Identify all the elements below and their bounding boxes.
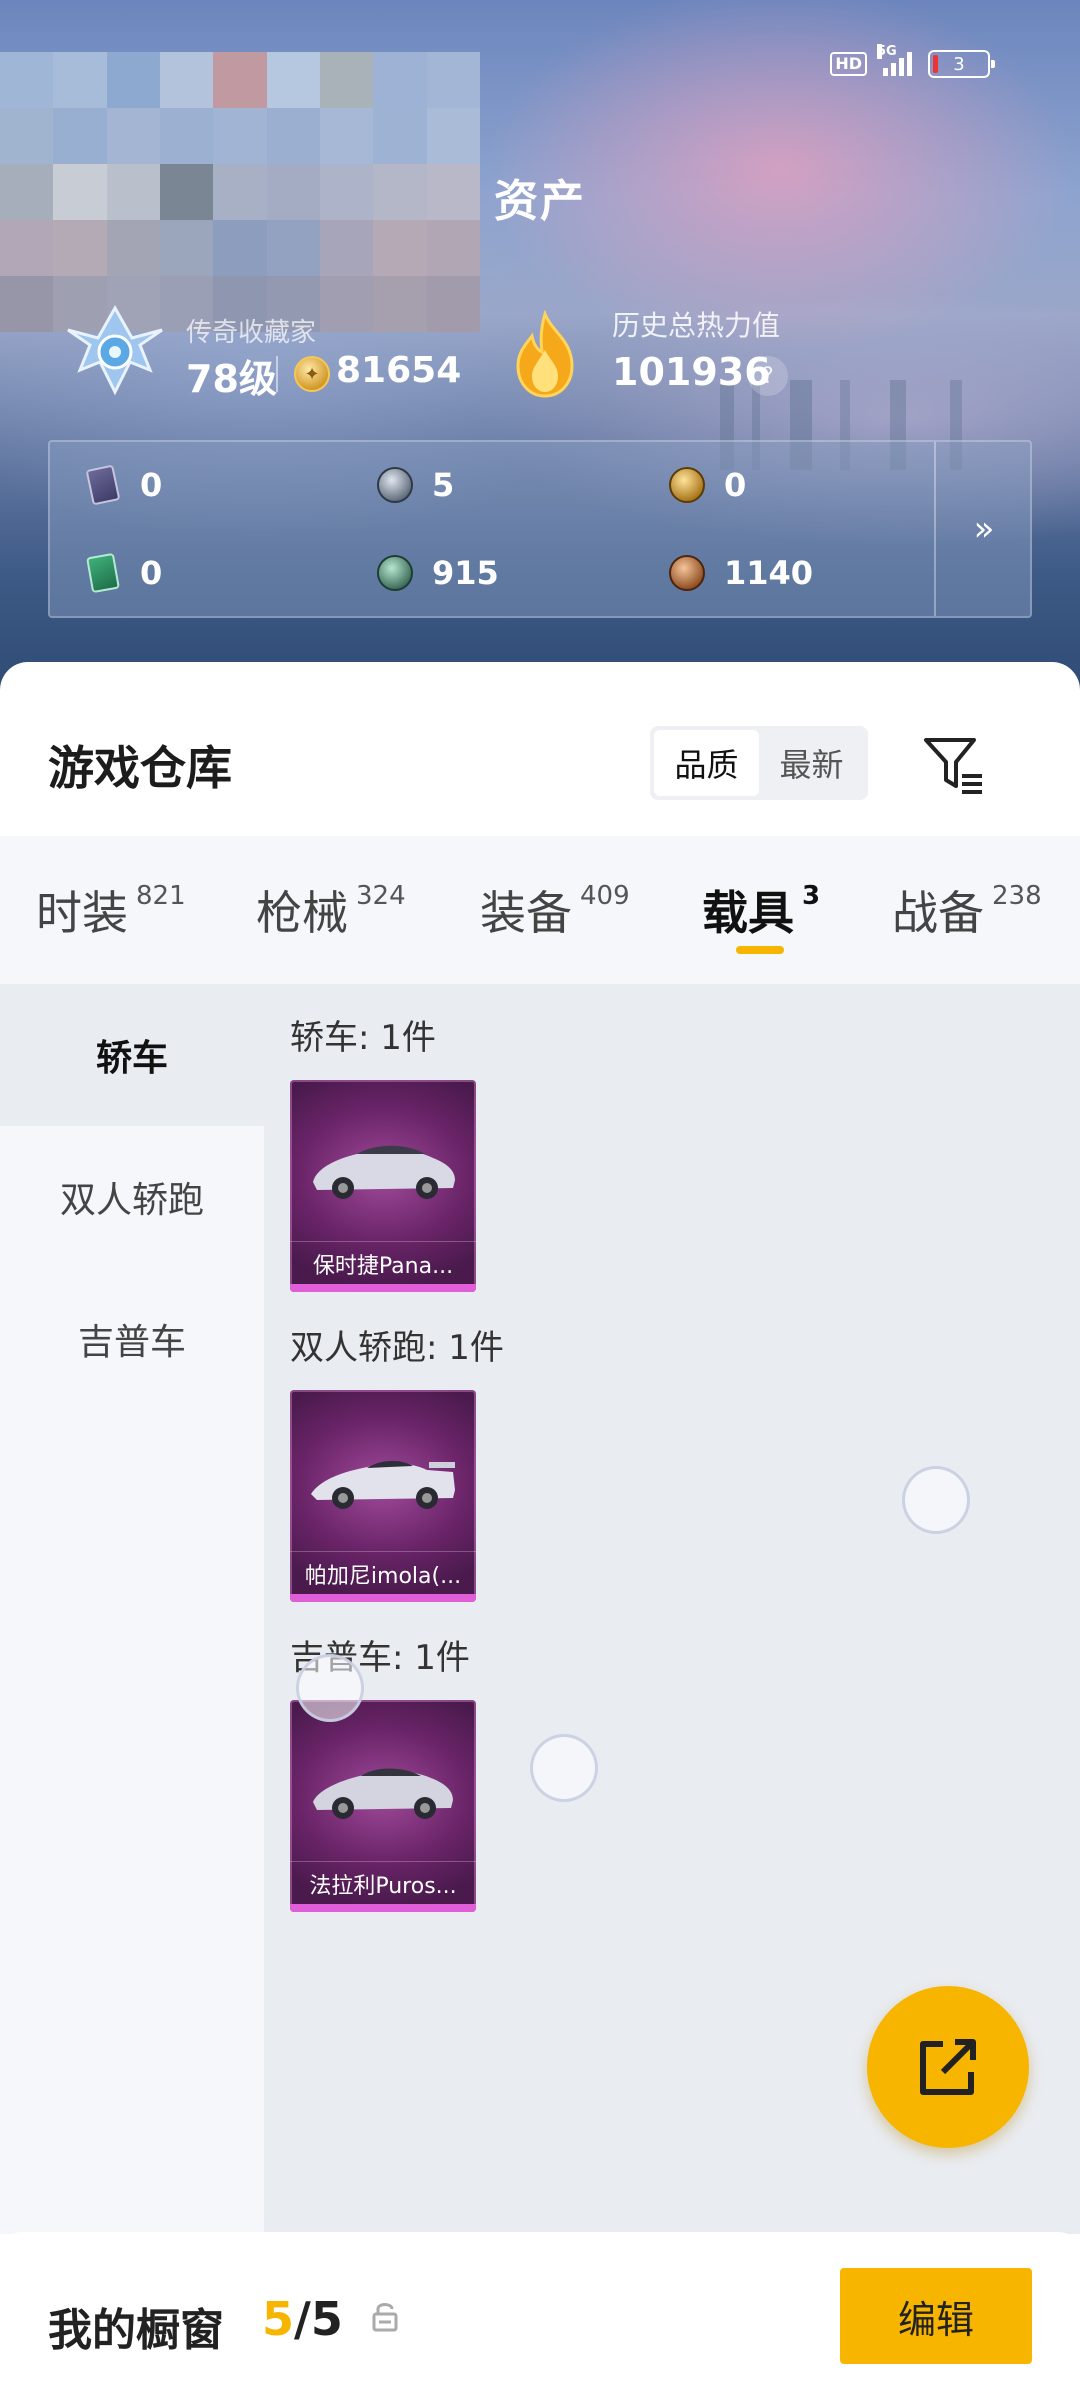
car-image [313, 1768, 453, 1819]
vehicle-card[interactable]: 保时捷Pana... [290, 1080, 476, 1292]
showcase-separator: / [294, 2292, 311, 2346]
gold-coin-icon [668, 466, 706, 504]
vehicle-card[interactable]: 法拉利Puros... [290, 1700, 476, 1912]
sort-toggle: 品质 最新 [650, 726, 868, 800]
page-title: 资产 [494, 176, 586, 227]
currency-panel: 0 5 0 0 915 1140 » [48, 440, 1032, 618]
purple-card-icon [84, 464, 122, 506]
coin-icon: ✦ [294, 356, 330, 392]
level-divider [276, 356, 278, 392]
active-tab-indicator [736, 946, 784, 954]
tab-count: 238 [992, 881, 1042, 911]
tab-supplies[interactable]: 战备 238 [892, 836, 1042, 984]
tab-weapons[interactable]: 枪械 324 [256, 836, 406, 984]
group-title: 轿车: 1件 [290, 1018, 436, 1058]
category-tabs: 时装 821 枪械 324 装备 409 载具 3 战备 238 [0, 836, 1080, 984]
coin-value: 81654 [336, 350, 462, 391]
player-level: 78级 [186, 357, 277, 401]
hero-banner: HD 5G 3 资产 传奇收藏家 78级 ✦ 81654 历史总热力值 1019… [0, 0, 1080, 700]
tab-label: 装备 [480, 886, 572, 940]
hd-badge: HD [830, 52, 867, 76]
expand-currencies-button[interactable]: » [936, 442, 1032, 616]
share-external-icon [920, 2039, 976, 2095]
showcase-used: 5 [262, 2292, 295, 2346]
status-bar: HD 5G 3 [830, 44, 995, 78]
currency-value: 0 [140, 466, 163, 504]
warehouse-title: 游戏仓库 [48, 741, 232, 795]
currency-item[interactable]: 0 [84, 552, 163, 594]
car-image [311, 1460, 455, 1509]
currency-value: 0 [724, 466, 747, 504]
share-button[interactable] [867, 1986, 1029, 2148]
sort-newest-option[interactable]: 最新 [759, 730, 864, 796]
edit-button[interactable]: 编辑 [840, 2268, 1032, 2364]
heat-label: 历史总热力值 [612, 309, 781, 342]
tab-count: 324 [356, 881, 406, 911]
sidebar-item-jeep[interactable]: 吉普车 [0, 1268, 264, 1410]
tab-label: 载具 [702, 886, 794, 940]
network-type-label: 5G [877, 44, 897, 59]
currency-value: 5 [432, 466, 455, 504]
showcase-count: 5/5 [262, 2292, 343, 2346]
car-image [313, 1145, 455, 1199]
tab-label: 时装 [36, 886, 128, 940]
tab-count: 409 [580, 881, 630, 911]
touch-indicator [530, 1734, 598, 1802]
flame-icon [516, 310, 574, 398]
tab-vehicles[interactable]: 载具 3 [702, 836, 820, 984]
currency-item[interactable]: 1140 [668, 554, 813, 592]
sidebar-item-sedan[interactable]: 轿车 [0, 984, 264, 1126]
cell-signal-icon: 5G [877, 44, 912, 76]
rank-label: 传奇收藏家 [186, 318, 317, 348]
sidebar-item-coupe[interactable]: 双人轿跑 [0, 1126, 264, 1268]
lock-icon [372, 2303, 398, 2332]
tab-fashion[interactable]: 时装 821 [36, 836, 186, 984]
showcase-title: 我的橱窗 [48, 2305, 224, 2356]
rank-emblem-icon [67, 304, 163, 396]
bronze-coin-icon [668, 554, 706, 592]
showcase-total: 5 [310, 2292, 343, 2346]
tab-equipment[interactable]: 装备 409 [480, 836, 630, 984]
currency-value: 1140 [724, 554, 814, 592]
green-coin-icon [376, 554, 414, 592]
sort-quality-option[interactable]: 品质 [654, 730, 759, 796]
battery-icon: 3 [928, 50, 995, 78]
vehicle-card[interactable]: 帕加尼imola(... [290, 1390, 476, 1602]
vehicle-name: 保时捷Pana... [290, 1241, 476, 1280]
tab-count: 821 [136, 881, 186, 911]
currency-item[interactable]: 0 [668, 466, 746, 504]
group-title: 双人轿跑: 1件 [290, 1328, 504, 1368]
green-card-icon [84, 552, 122, 594]
tab-label: 战备 [892, 886, 984, 940]
vehicle-name: 帕加尼imola(... [290, 1551, 476, 1590]
currency-item[interactable]: 0 [84, 464, 163, 506]
touch-indicator [296, 1654, 364, 1722]
heat-value: 101936 [612, 350, 771, 394]
currency-item[interactable]: 915 [376, 554, 499, 592]
tab-label: 枪械 [256, 886, 348, 940]
double-chevron-right-icon: » [973, 509, 995, 549]
subcategory-sidebar: 轿车 双人轿跑 吉普车 [0, 984, 264, 2234]
vehicle-name: 法拉利Puros... [290, 1861, 476, 1900]
touch-indicator [902, 1466, 970, 1534]
tab-count: 3 [802, 881, 821, 911]
help-icon[interactable]: ? [748, 356, 788, 396]
currency-value: 0 [140, 554, 163, 592]
filter-icon[interactable] [920, 732, 986, 796]
currency-item[interactable]: 5 [376, 466, 454, 504]
showcase-bar: 我的橱窗 5/5 编辑 [0, 2232, 1080, 2400]
silver-coin-icon [376, 466, 414, 504]
currency-value: 915 [432, 554, 499, 592]
